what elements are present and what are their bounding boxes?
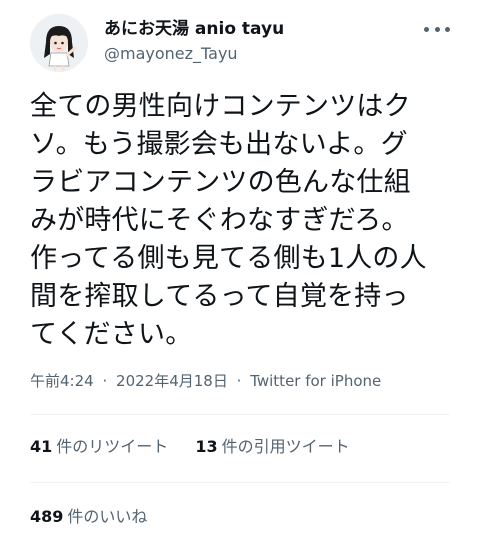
tweet-metadata: 午前4:24 · 2022年4月18日 · Twitter for iPhone (30, 370, 381, 392)
quotes-label: 件の引用ツイート (221, 437, 350, 456)
retweets-stat[interactable]: 41 件のリツイート (30, 436, 168, 458)
stats-row-likes: 489 件のいいね (30, 506, 147, 528)
display-name[interactable]: あにお天湯 anio tayu (104, 18, 284, 40)
retweets-label: 件のリツイート (56, 437, 169, 456)
divider (30, 482, 450, 483)
likes-stat[interactable]: 489 件のいいね (30, 506, 147, 528)
dot-icon (445, 26, 450, 32)
quotes-stat[interactable]: 13 件の引用ツイート (195, 436, 349, 458)
meta-separator: · (236, 372, 242, 390)
tweet-header: あにお天湯 anio tayu @mayonez_Tayu (30, 14, 450, 74)
avatar-girl-icon[interactable] (30, 14, 88, 72)
stats-row-shares: 41 件のリツイート 13 件の引用ツイート (30, 436, 350, 458)
more-options-icon[interactable] (424, 22, 450, 36)
dot-icon (434, 26, 440, 32)
dot-icon (424, 26, 429, 32)
author-names: あにお天湯 anio tayu @mayonez_Tayu (104, 18, 284, 65)
tweet-text: 全ての男性向けコンテンツはク ソ。もう撮影会も出ないよ。グ ラビアコンテンツの色… (30, 91, 427, 350)
likes-label: 件のいいね (67, 507, 148, 526)
tweet-date[interactable]: 2022年4月18日 (116, 372, 228, 390)
tweet-card: あにお天湯 anio tayu @mayonez_Tayu 全ての男性向けコンテ… (0, 0, 480, 541)
divider (30, 414, 450, 415)
tweet-source[interactable]: Twitter for iPhone (250, 372, 381, 390)
likes-count: 489 (30, 507, 64, 526)
meta-separator: · (102, 372, 108, 390)
author-handle[interactable]: @mayonez_Tayu (104, 43, 284, 65)
tweet-time[interactable]: 午前4:24 (30, 372, 94, 390)
quotes-count: 13 (195, 437, 218, 456)
retweets-count: 41 (30, 437, 53, 456)
